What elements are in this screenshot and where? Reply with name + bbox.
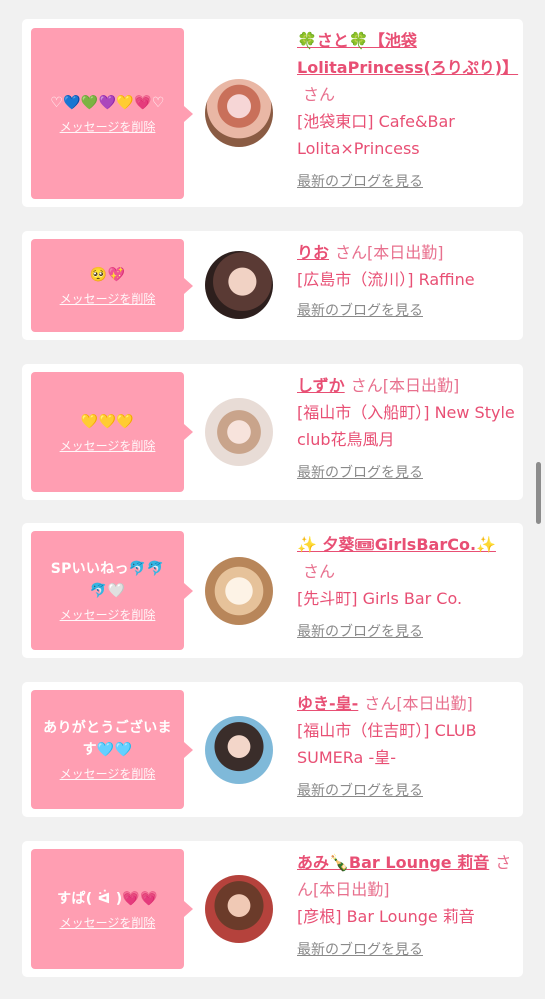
- message-text: すぱ( ᐛ )💗💗: [57, 890, 158, 907]
- honorific: さん: [335, 243, 368, 262]
- latest-blog-link[interactable]: 最新のブログを見る: [297, 301, 515, 321]
- shop-name: [広島市（流川）] Raffine: [297, 270, 475, 289]
- latest-blog-link[interactable]: 最新のブログを見る: [297, 463, 515, 483]
- scrollbar[interactable]: [536, 462, 541, 524]
- message-card: 🥺💖 メッセージを削除 りお さん[本日出勤] [広島市（流川）] Raffine…: [22, 231, 523, 340]
- member-info: ✨ 夕葵🎟GirlsBarCo.✨さん [先斗町] Girls Bar Co. …: [297, 531, 515, 642]
- message-text: SPいいねっ🐬🐬🐬🤍: [50, 561, 165, 599]
- avatar[interactable]: [205, 875, 273, 943]
- member-name-link[interactable]: ゆき-皇-: [297, 694, 358, 713]
- message-bubble: すぱ( ᐛ )💗💗 メッセージを削除: [31, 849, 193, 969]
- member-info: あみ🍾Bar Lounge 莉音 さん[本日出勤] [彦根] Bar Lounge…: [297, 849, 515, 960]
- shop-name: [池袋東口] Cafe&Bar Lolita×Princess: [297, 112, 455, 158]
- shop-name: [先斗町] Girls Bar Co.: [297, 589, 463, 608]
- message-text: ♡💙💚💜💛💗♡: [50, 95, 165, 111]
- avatar[interactable]: [205, 557, 273, 625]
- latest-blog-link[interactable]: 最新のブログを見る: [297, 940, 515, 960]
- message-card: 💛💛💛 メッセージを削除 しずか さん[本日出勤] [福山市（入船町）] New …: [22, 364, 523, 500]
- status-badge: [本日出勤]: [367, 243, 444, 262]
- member-info: りお さん[本日出勤] [広島市（流川）] Raffine 最新のブログを見る: [297, 239, 515, 321]
- member-name-link[interactable]: 🍀さと🍀【池袋LolitaPrincess(ろりぷり)】: [297, 31, 518, 77]
- latest-blog-link[interactable]: 最新のブログを見る: [297, 172, 515, 192]
- member-info: ゆき-皇- さん[本日出勤] [福山市（住吉町）] CLUB SUMERa -皇-…: [297, 690, 515, 801]
- member-info: 🍀さと🍀【池袋LolitaPrincess(ろりぷり)】さん [池袋東口] Ca…: [297, 27, 518, 192]
- message-text: ありがとうございます🩵🩵: [43, 720, 172, 758]
- shop-name: [福山市（入船町）] New Style club花鳥風月: [297, 403, 515, 449]
- latest-blog-link[interactable]: 最新のブログを見る: [297, 622, 515, 642]
- honorific: さん: [303, 85, 336, 104]
- shop-name: [福山市（住吉町）] CLUB SUMERa -皇-: [297, 721, 477, 767]
- delete-message-link[interactable]: メッセージを削除: [60, 290, 156, 307]
- member-info: しずか さん[本日出勤] [福山市（入船町）] New Style club花鳥風…: [297, 372, 515, 483]
- message-bubble: SPいいねっ🐬🐬🐬🤍 メッセージを削除: [31, 531, 193, 650]
- delete-message-link[interactable]: メッセージを削除: [60, 765, 156, 782]
- message-bubble: ♡💙💚💜💛💗♡ メッセージを削除: [31, 28, 193, 199]
- delete-message-link[interactable]: メッセージを削除: [60, 914, 156, 931]
- member-name-link[interactable]: あみ🍾Bar Lounge 莉音: [297, 853, 489, 872]
- latest-blog-link[interactable]: 最新のブログを見る: [297, 781, 515, 801]
- message-card: SPいいねっ🐬🐬🐬🤍 メッセージを削除 ✨ 夕葵🎟GirlsBarCo.✨さん …: [22, 523, 523, 658]
- status-badge: [本日出勤]: [382, 376, 460, 395]
- honorific: さん: [303, 562, 336, 581]
- message-text: 💛💛💛: [80, 413, 135, 430]
- message-text: 🥺💖: [89, 267, 126, 283]
- member-name-link[interactable]: りお: [297, 243, 329, 262]
- message-bubble: 💛💛💛 メッセージを削除: [31, 372, 193, 492]
- member-name-link[interactable]: しずか: [297, 376, 345, 395]
- shop-name: [彦根] Bar Lounge 莉音: [297, 907, 475, 926]
- avatar[interactable]: [205, 251, 273, 319]
- avatar[interactable]: [205, 716, 273, 784]
- delete-message-link[interactable]: メッセージを削除: [60, 437, 156, 454]
- status-badge: [本日出勤]: [396, 694, 473, 713]
- message-card: ありがとうございます🩵🩵 メッセージを削除 ゆき-皇- さん[本日出勤] [福山市…: [22, 682, 523, 817]
- message-card: すぱ( ᐛ )💗💗 メッセージを削除 あみ🍾Bar Lounge 莉音 さん[本日…: [22, 841, 523, 977]
- avatar[interactable]: [205, 398, 273, 466]
- honorific: さん: [350, 376, 383, 395]
- delete-message-link[interactable]: メッセージを削除: [60, 118, 156, 135]
- status-badge: [本日出勤]: [313, 880, 390, 899]
- member-name-link[interactable]: ✨ 夕葵🎟GirlsBarCo.✨: [297, 535, 496, 554]
- honorific: さん: [364, 694, 397, 713]
- delete-message-link[interactable]: メッセージを削除: [60, 606, 156, 623]
- avatar[interactable]: [205, 79, 273, 147]
- message-card: ♡💙💚💜💛💗♡ メッセージを削除 🍀さと🍀【池袋LolitaPrincess(ろ…: [22, 19, 523, 207]
- message-bubble: 🥺💖 メッセージを削除: [31, 239, 193, 332]
- message-bubble: ありがとうございます🩵🩵 メッセージを削除: [31, 690, 193, 809]
